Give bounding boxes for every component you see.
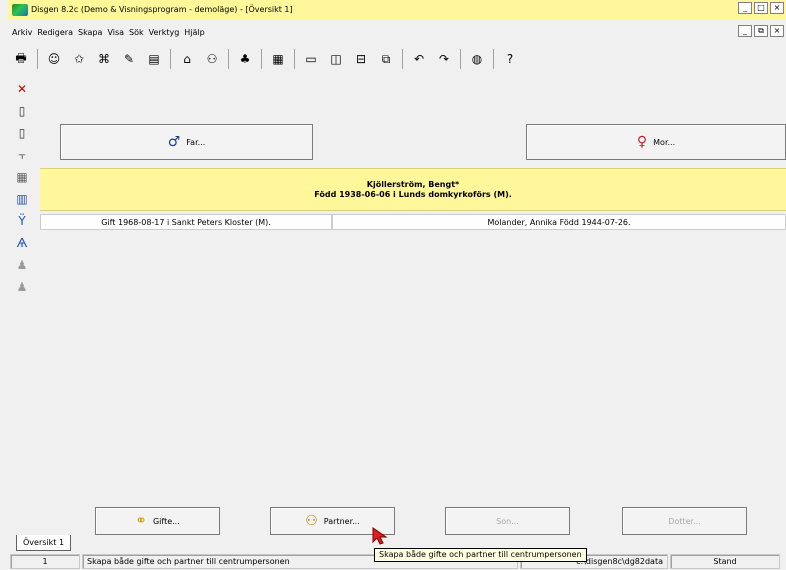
partner-button-label: Partner... bbox=[323, 516, 360, 526]
menu-hjalp[interactable]: Hjälp bbox=[184, 28, 204, 37]
delete-icon[interactable]: ✕ bbox=[13, 80, 31, 98]
calendar-icon[interactable]: ▦ bbox=[269, 50, 287, 68]
print-icon[interactable]: 🖶 bbox=[12, 50, 30, 68]
descendants-icon[interactable]: Ѧ bbox=[13, 234, 31, 252]
document-icon[interactable]: ▯ bbox=[13, 102, 31, 120]
home-icon[interactable]: ⌂ bbox=[178, 50, 196, 68]
menu-skapa[interactable]: Skapa bbox=[78, 28, 102, 37]
star-person-icon[interactable]: ✩ bbox=[70, 50, 88, 68]
window-split-v-icon[interactable]: ◫ bbox=[327, 50, 345, 68]
mother-button[interactable]: ♀ Mor... bbox=[526, 124, 786, 160]
marriage-row[interactable]: Gift 1968-08-17 i Sankt Peters Kloster (… bbox=[40, 214, 786, 230]
table-icon[interactable]: ▦ bbox=[13, 168, 31, 186]
mdi-close-button[interactable]: × bbox=[770, 25, 784, 37]
toolbar-separator bbox=[170, 49, 171, 69]
face-icon[interactable]: ☺ bbox=[45, 50, 63, 68]
help-icon[interactable]: ? bbox=[501, 50, 519, 68]
minimize-button[interactable]: _ bbox=[738, 2, 752, 14]
title-bar: Disgen 8.2c (Demo & Visningsprogram - de… bbox=[8, 0, 786, 19]
menu-visa[interactable]: Visa bbox=[107, 28, 124, 37]
gifte-button-label: Gifte... bbox=[152, 516, 180, 526]
toolbar-separator bbox=[493, 49, 494, 69]
ancestors-icon[interactable]: Ÿ bbox=[13, 212, 31, 230]
center-person-birth: Född 1938-06-06 i Lunds domkyrkoförs (M)… bbox=[314, 189, 512, 199]
menu-verktyg[interactable]: Verktyg bbox=[149, 28, 180, 37]
side-toolbar: ✕ ▯ ▯ ⫟ ▦ ▥ Ÿ Ѧ ♟ ♟ bbox=[8, 78, 36, 330]
gifte-button[interactable]: ⚭ Gifte... bbox=[95, 507, 220, 535]
marriage-partner[interactable]: Molander, Annika Född 1944-07-26. bbox=[332, 214, 786, 230]
menu-bar: Arkiv Redigera Skapa Visa Sök Verktyg Hj… bbox=[8, 23, 786, 41]
title-controls: _ □ × bbox=[738, 2, 784, 14]
undo-icon[interactable]: ↶ bbox=[410, 50, 428, 68]
page-icon[interactable]: ▯ bbox=[13, 124, 31, 142]
columns-icon[interactable]: ▥ bbox=[13, 190, 31, 208]
son-button-label: Son... bbox=[496, 516, 519, 526]
window-single-icon[interactable]: ▭ bbox=[302, 50, 320, 68]
mdi-restore-button[interactable]: ⧉ bbox=[754, 25, 768, 37]
menu-redigera[interactable]: Redigera bbox=[37, 28, 73, 37]
menu-sok[interactable]: Sök bbox=[129, 28, 144, 37]
status-index: 1 bbox=[10, 554, 80, 569]
marriage-event[interactable]: Gift 1968-08-17 i Sankt Peters Kloster (… bbox=[40, 214, 332, 230]
toolbar-separator bbox=[37, 49, 38, 69]
male-person-icon: ♂ bbox=[167, 134, 181, 150]
female-person-icon: ♀ bbox=[636, 134, 648, 150]
disgen-app-icon bbox=[12, 3, 28, 16]
mdi-controls: _ ⧉ × bbox=[738, 25, 784, 37]
couple-icon: ⚇ bbox=[305, 513, 318, 529]
center-person-name: Kjöllerström, Bengt* bbox=[366, 179, 460, 189]
dotter-button[interactable]: Dotter... bbox=[622, 507, 747, 535]
window-cascade-icon[interactable]: ⧉ bbox=[377, 50, 395, 68]
window-split-h-icon[interactable]: ⊟ bbox=[352, 50, 370, 68]
binoculars-icon[interactable]: ⌘ bbox=[95, 50, 113, 68]
toolbar-separator bbox=[402, 49, 403, 69]
mdi-minimize-button[interactable]: _ bbox=[738, 25, 752, 37]
dotter-button-label: Dotter... bbox=[668, 516, 701, 526]
tab-oversikt-1[interactable]: Översikt 1 bbox=[16, 535, 72, 551]
redo-icon[interactable]: ↷ bbox=[435, 50, 453, 68]
globe-icon[interactable]: ◍ bbox=[468, 50, 486, 68]
close-button[interactable]: × bbox=[770, 2, 784, 14]
document-edit-icon[interactable]: ✎ bbox=[120, 50, 138, 68]
partner-tooltip: Skapa både gifte och partner till centru… bbox=[374, 548, 587, 562]
toolbar-separator bbox=[460, 49, 461, 69]
tree-icon[interactable]: ♣ bbox=[236, 50, 254, 68]
window-title: Disgen 8.2c (Demo & Visningsprogram - de… bbox=[31, 5, 293, 14]
people-down-icon[interactable]: ♟ bbox=[13, 278, 31, 296]
overview-panel: ♂ Far... ♀ Mor... Kjöllerström, Bengt* F… bbox=[40, 78, 786, 538]
maximize-button[interactable]: □ bbox=[754, 2, 768, 14]
son-button[interactable]: Son... bbox=[445, 507, 570, 535]
tree-branch-icon[interactable]: ⫟ bbox=[13, 146, 31, 164]
toolbar-separator bbox=[294, 49, 295, 69]
app-window: Disgen 8.2c (Demo & Visningsprogram - de… bbox=[0, 0, 786, 570]
toolbar-separator bbox=[261, 49, 262, 69]
people-up-icon[interactable]: ♟ bbox=[13, 256, 31, 274]
main-toolbar: 🖶 ☺ ✩ ⌘ ✎ ▤ ⌂ ⚇ ♣ ▦ ▭ ◫ ⊟ ⧉ ↶ ↷ ◍ ? bbox=[8, 46, 786, 72]
center-person-banner[interactable]: Kjöllerström, Bengt* Född 1938-06-06 i L… bbox=[40, 168, 786, 211]
mother-button-label: Mor... bbox=[653, 137, 676, 147]
father-button[interactable]: ♂ Far... bbox=[60, 124, 313, 160]
wedding-rings-icon: ⚭ bbox=[135, 513, 147, 529]
mouse-cursor-icon bbox=[372, 527, 388, 545]
toolbar-separator bbox=[228, 49, 229, 69]
status-mode: Stand bbox=[670, 554, 780, 569]
family-icon[interactable]: ⚇ bbox=[203, 50, 221, 68]
menu-arkiv[interactable]: Arkiv bbox=[12, 28, 32, 37]
father-button-label: Far... bbox=[186, 137, 206, 147]
books-icon[interactable]: ▤ bbox=[145, 50, 163, 68]
